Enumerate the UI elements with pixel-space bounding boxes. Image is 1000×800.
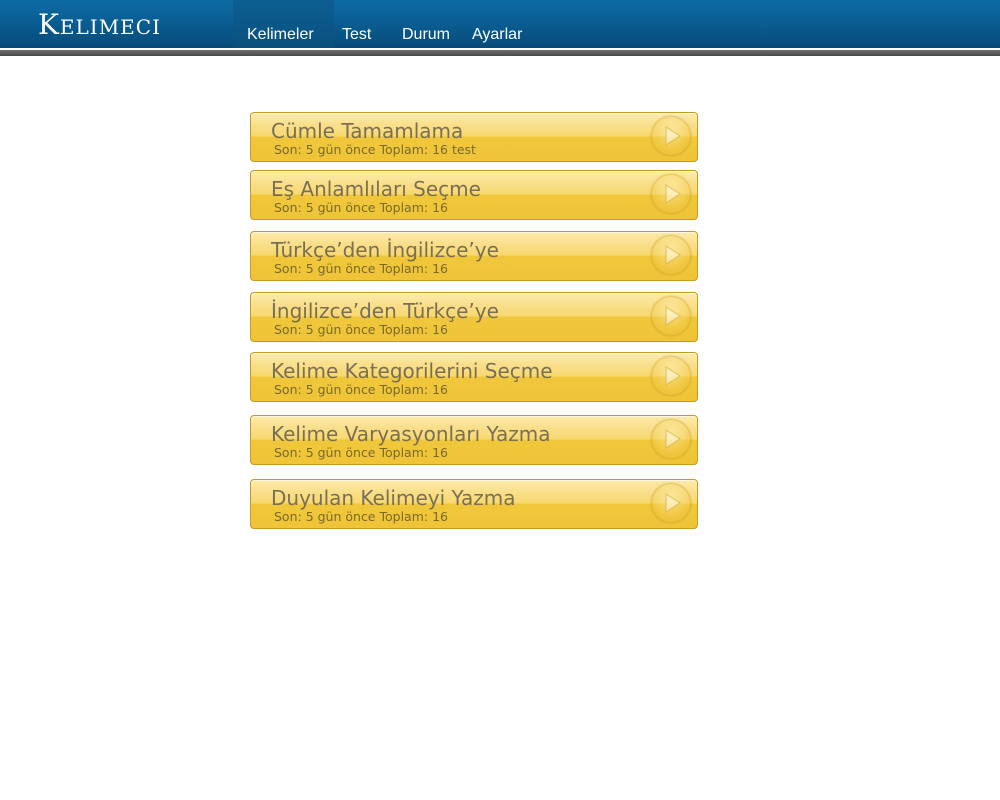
- header-bottom-rule: [0, 50, 1000, 56]
- exercise-title: Eş Anlamlıları Seçme: [271, 177, 481, 201]
- exercise-stats: Son: 5 gün önce Toplam: 16: [274, 261, 448, 276]
- play-icon[interactable]: [651, 356, 691, 396]
- exercise-title: Türkçe’den İngilizce’ye: [271, 238, 499, 262]
- nav-tab-test[interactable]: Test: [342, 26, 371, 44]
- exercise-stats: Son: 5 gün önce Toplam: 16 test: [274, 142, 476, 157]
- nav-tab-kelimeler[interactable]: Kelimeler: [247, 26, 314, 44]
- exercise-stats: Son: 5 gün önce Toplam: 16: [274, 322, 448, 337]
- exercise-card-turkceden-ingilizceye[interactable]: Türkçe’den İngilizce’ye Son: 5 gün önce …: [250, 231, 698, 281]
- exercise-card-kelime-kategorilerini-secme[interactable]: Kelime Kategorilerini Seçme Son: 5 gün ö…: [250, 352, 698, 402]
- exercise-title: İngilizce’den Türkçe’ye: [271, 299, 499, 323]
- play-icon[interactable]: [651, 116, 691, 156]
- nav-tab-durum[interactable]: Durum: [402, 26, 450, 44]
- play-icon[interactable]: [651, 235, 691, 275]
- exercise-stats: Son: 5 gün önce Toplam: 16: [274, 509, 448, 524]
- play-icon[interactable]: [651, 296, 691, 336]
- exercise-title: Duyulan Kelimeyi Yazma: [271, 486, 516, 510]
- app-logo[interactable]: Kelimeci: [38, 9, 161, 41]
- exercise-stats: Son: 5 gün önce Toplam: 16: [274, 382, 448, 397]
- exercise-card-es-anlamlilari-secme[interactable]: Eş Anlamlıları Seçme Son: 5 gün önce Top…: [250, 170, 698, 220]
- exercise-stats: Son: 5 gün önce Toplam: 16: [274, 200, 448, 215]
- exercise-stats: Son: 5 gün önce Toplam: 16: [274, 445, 448, 460]
- exercise-card-cumle-tamamlama[interactable]: Cümle Tamamlama Son: 5 gün önce Toplam: …: [250, 112, 698, 162]
- exercise-title: Kelime Varyasyonları Yazma: [271, 422, 551, 446]
- exercise-title: Kelime Kategorilerini Seçme: [271, 359, 553, 383]
- play-icon[interactable]: [651, 174, 691, 214]
- exercise-title: Cümle Tamamlama: [271, 119, 464, 143]
- play-icon[interactable]: [651, 419, 691, 459]
- nav-tab-ayarlar[interactable]: Ayarlar: [472, 26, 522, 44]
- exercise-card-ingilizceden-turkceye[interactable]: İngilizce’den Türkçe’ye Son: 5 gün önce …: [250, 292, 698, 342]
- play-icon[interactable]: [651, 483, 691, 523]
- exercise-card-duyulan-kelimeyi-yazma[interactable]: Duyulan Kelimeyi Yazma Son: 5 gün önce T…: [250, 479, 698, 529]
- exercise-card-kelime-varyasyonlari-yazma[interactable]: Kelime Varyasyonları Yazma Son: 5 gün ön…: [250, 415, 698, 465]
